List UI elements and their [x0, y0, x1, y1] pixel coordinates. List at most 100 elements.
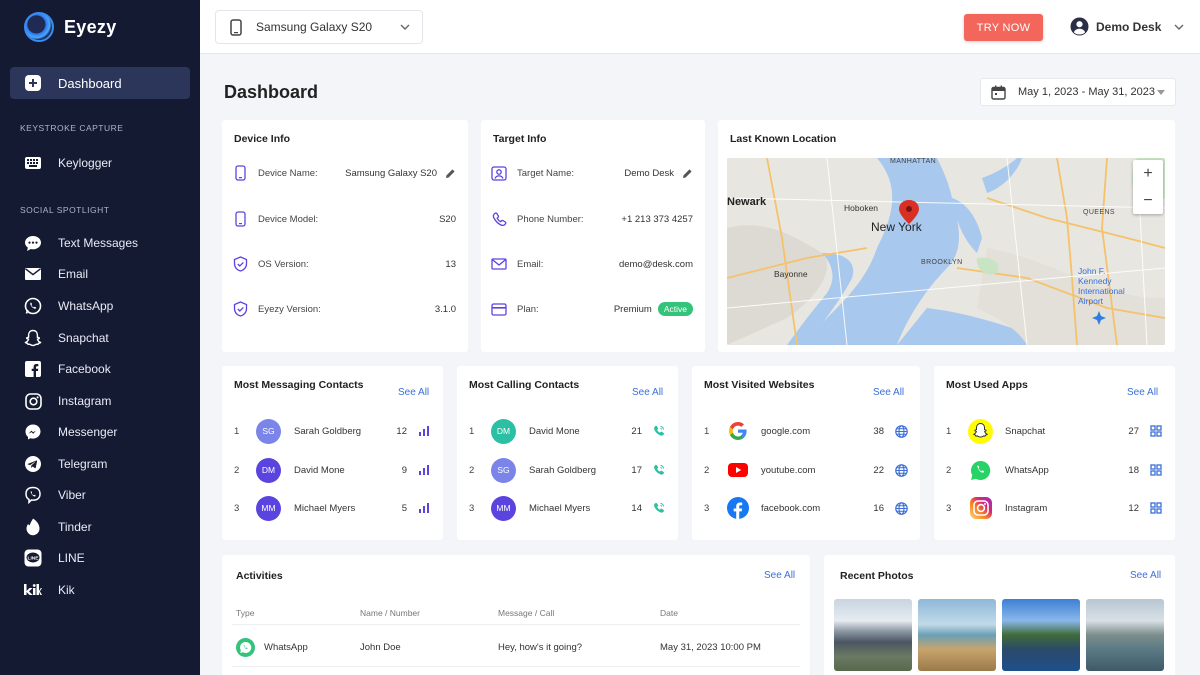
- map-label-manhattan: MANHATTAN: [890, 158, 937, 165]
- see-all-link[interactable]: See All: [632, 387, 663, 398]
- phone-call-icon: [652, 425, 666, 437]
- sidebar-item-instagram[interactable]: Instagram: [10, 385, 190, 417]
- table-row[interactable]: WhatsApp John Doe Hey, how's it going? M…: [236, 638, 800, 657]
- edit-pencil-icon[interactable]: [682, 168, 693, 179]
- contact-name: David Mone: [294, 464, 345, 476]
- photo-thumbnail-beach[interactable]: [918, 599, 996, 671]
- activity-type: WhatsApp: [264, 642, 308, 653]
- email-row: Email: demo@desk.com: [491, 254, 693, 274]
- map-label-jfk-airport: John F. Kennedy International Airport: [1078, 266, 1125, 306]
- see-all-link[interactable]: See All: [398, 387, 429, 398]
- see-all-link[interactable]: See All: [873, 387, 904, 398]
- sidebar-item-telegram[interactable]: Telegram: [10, 448, 190, 480]
- snapchat-ghost-icon: [24, 329, 42, 347]
- contact-row[interactable]: 3 MM Michael Myers 14: [469, 494, 666, 522]
- date-range-picker[interactable]: May 1, 2023 - May 31, 2023: [980, 78, 1176, 106]
- sidebar-item-label: Facebook: [58, 362, 111, 376]
- sidebar-item-kik[interactable]: Kik: [10, 574, 190, 606]
- line-icon: LINE: [24, 549, 42, 567]
- contact-row[interactable]: 3 MM Michael Myers 5: [234, 494, 431, 522]
- website-row[interactable]: 1 google.com 38: [704, 417, 908, 445]
- see-all-link[interactable]: See All: [1130, 570, 1161, 581]
- flame-icon: [24, 518, 42, 536]
- rank-number: 2: [704, 464, 710, 476]
- sidebar-item-keylogger[interactable]: Keylogger: [10, 147, 190, 179]
- photo-thumbnail-mountains[interactable]: [834, 599, 912, 671]
- try-now-button[interactable]: TRY NOW: [964, 14, 1043, 41]
- shield-check-icon: [232, 301, 248, 317]
- globe-icon: [894, 424, 908, 438]
- brand[interactable]: Eyezy: [24, 12, 117, 42]
- location-map[interactable]: Newark Hoboken New York MANHATTAN QUEENS…: [727, 158, 1165, 345]
- contact-row[interactable]: 1 DM David Mone 21: [469, 417, 666, 445]
- sidebar-item-line[interactable]: LINE LINE: [10, 542, 190, 574]
- target-info-card: Target Info Target Name: Demo Desk Phone…: [481, 120, 705, 352]
- see-all-link[interactable]: See All: [764, 570, 795, 581]
- rank-number: 2: [469, 464, 475, 476]
- website-row[interactable]: 3 facebook.com 16: [704, 494, 908, 522]
- message-count: 12: [396, 425, 407, 437]
- device-name-label: Device Name:: [258, 167, 318, 179]
- device-model-label: Device Model:: [258, 213, 319, 225]
- user-menu[interactable]: Demo Desk: [1070, 17, 1184, 36]
- sidebar-item-label: Snapchat: [58, 331, 109, 345]
- instagram-icon: [24, 392, 42, 410]
- status-badge: Active: [657, 302, 693, 316]
- sidebar-item-dashboard[interactable]: Dashboard: [10, 67, 190, 99]
- activity-name: John Doe: [360, 642, 401, 653]
- sidebar-item-messenger[interactable]: Messenger: [10, 416, 190, 448]
- website-row[interactable]: 2 youtube.com 22: [704, 456, 908, 484]
- zoom-out-button[interactable]: −: [1133, 191, 1163, 211]
- chevron-down-icon: [1174, 23, 1184, 31]
- card-title: Target Info: [493, 133, 547, 145]
- photo-thumbnail-lake[interactable]: [1002, 599, 1080, 671]
- sidebar-item-label: Messenger: [58, 425, 118, 439]
- device-selector[interactable]: Samsung Galaxy S20: [215, 10, 423, 44]
- map-zoom-control: + −: [1133, 160, 1163, 214]
- edit-pencil-icon[interactable]: [445, 168, 456, 179]
- envelope-icon: [491, 256, 507, 272]
- contact-row[interactable]: 2 DM David Mone 9: [234, 456, 431, 484]
- bar-chart-icon: [417, 503, 431, 513]
- sidebar-item-label: LINE: [58, 551, 85, 565]
- divider: [232, 624, 800, 625]
- section-social-spotlight: SOCIAL SPOTLIGHT: [20, 205, 110, 215]
- avatar: SG: [491, 457, 516, 483]
- sidebar-item-label: Dashboard: [58, 75, 122, 91]
- app-name: WhatsApp: [1005, 464, 1049, 476]
- sidebar-item-email[interactable]: Email: [10, 258, 190, 290]
- photo-thumbnail-fjord[interactable]: [1086, 599, 1164, 671]
- rank-number: 2: [946, 464, 952, 476]
- app-row[interactable]: 1 Snapchat 27: [946, 417, 1163, 445]
- sidebar-item-snapchat[interactable]: Snapchat: [10, 322, 190, 354]
- phone-number-row: Phone Number: +1 213 373 4257: [491, 209, 693, 229]
- contact-row[interactable]: 2 SG Sarah Goldberg 17: [469, 456, 666, 484]
- call-count: 21: [631, 425, 642, 437]
- card-title: Most Visited Websites: [704, 379, 815, 391]
- device-model-value: S20: [439, 213, 456, 225]
- viber-icon: [24, 486, 42, 504]
- sidebar-item-whatsapp[interactable]: WhatsApp: [10, 290, 190, 322]
- zoom-in-button[interactable]: +: [1133, 164, 1163, 184]
- sidebar-item-text-messages[interactable]: Text Messages: [10, 227, 190, 259]
- sidebar-item-viber[interactable]: Viber: [10, 479, 190, 511]
- app-row[interactable]: 2 WhatsApp 18: [946, 456, 1163, 484]
- date-range-label: May 1, 2023 - May 31, 2023: [1018, 86, 1155, 98]
- column-header: Date: [660, 608, 678, 618]
- device-model-row: Device Model: S20: [232, 209, 456, 229]
- avatar: DM: [256, 457, 281, 483]
- youtube-icon: [726, 459, 749, 482]
- contact-row[interactable]: 1 SG Sarah Goldberg 12: [234, 417, 431, 445]
- app-row[interactable]: 3 Instagram 12: [946, 494, 1163, 522]
- see-all-link[interactable]: See All: [1127, 387, 1158, 398]
- bar-chart-icon: [417, 465, 431, 475]
- user-avatar-icon: [1070, 17, 1089, 36]
- facebook-icon: [726, 497, 749, 520]
- sidebar-item-facebook[interactable]: Facebook: [10, 353, 190, 385]
- sidebar-item-tinder[interactable]: Tinder: [10, 511, 190, 543]
- whatsapp-icon: [24, 297, 42, 315]
- target-name-value: Demo Desk: [624, 167, 674, 179]
- rank-number: 3: [234, 502, 240, 514]
- rank-number: 2: [234, 464, 240, 476]
- globe-icon: [894, 501, 908, 515]
